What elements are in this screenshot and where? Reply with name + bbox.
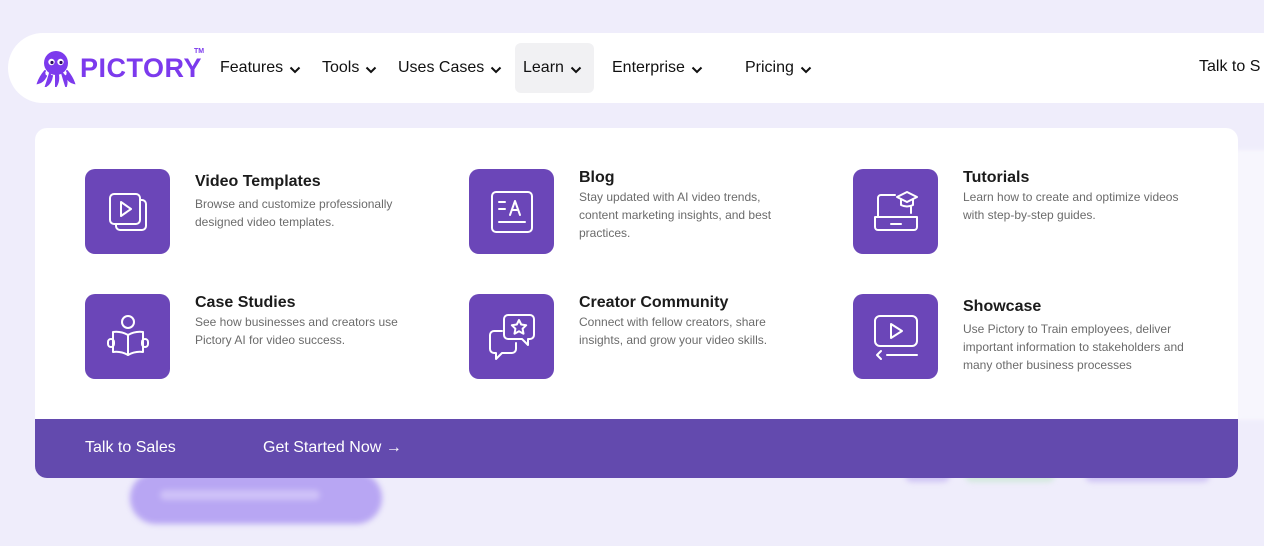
chevron-down-icon [570,66,582,74]
nav-features[interactable]: Features [212,43,309,93]
nav-label: Pricing [745,59,794,76]
menu-item-showcase[interactable]: Showcase Use Pictory to Train employees,… [853,294,1213,384]
chevron-down-icon [366,66,377,74]
menu-item-tutorials[interactable]: Tutorials Learn how to create and optimi… [853,169,1213,259]
menu-icon-tile [85,169,170,254]
chevron-down-icon [691,66,703,74]
talk-to-sales-button[interactable]: Talk to Sales [85,439,176,457]
nav-enterprise[interactable]: Enterprise [604,43,711,93]
menu-item-creator-community[interactable]: Creator Community Connect with fellow cr… [469,294,829,384]
menu-item-title: Video Templates [195,173,321,190]
video-templates-icon [108,192,147,231]
nav-label: Uses Cases [398,59,485,76]
nav-label: Features [220,59,284,76]
menu-icon-tile [853,169,938,254]
pictory-logo[interactable]: PICTORY TM [36,48,205,87]
logo-text: PICTORY [80,52,203,83]
learn-mega-menu: Video Templates Browse and customize pro… [35,128,1238,478]
menu-item-blog[interactable]: Blog Stay updated with AI video trends, … [469,169,829,259]
talk-to-sales-link[interactable]: Talk to S [1199,58,1260,76]
creator-community-icon [488,313,535,360]
octopus-icon [36,51,76,87]
menu-item-title: Creator Community [579,294,729,311]
menu-item-title: Showcase [963,298,1042,315]
nav-pricing[interactable]: Pricing [737,43,820,93]
get-started-now-button[interactable]: Get Started Now → [263,439,402,457]
menu-item-description: Browse and customize professionally desi… [195,197,393,229]
menu-item-description: Connect with fellow creators, share insi… [579,315,768,347]
menu-item-description: Stay updated with AI video trends, conte… [579,190,772,240]
background-cta-button [130,472,382,524]
menu-item-title: Case Studies [195,294,296,311]
nav-learn[interactable]: Learn [515,43,594,93]
nav-use-cases[interactable]: Uses Cases [390,43,510,93]
nav-tools[interactable]: Tools [314,43,385,93]
showcase-icon [873,314,918,360]
blog-icon [490,190,533,233]
menu-item-title: Tutorials [963,169,1030,186]
nav-label: Enterprise [612,59,685,76]
nav-label: Learn [523,59,564,76]
menu-icon-tile [469,294,554,379]
menu-item-description: See how businesses and creators use Pict… [195,315,398,347]
top-navbar: PICTORY TM Features Tools Uses Cases Lea… [8,33,1264,103]
menu-item-description: Learn how to create and optimize videos … [963,190,1179,222]
nav-label: Tools [322,59,360,76]
tutorials-icon [873,190,918,231]
menu-icon-tile [853,294,938,379]
trademark-mark: TM [194,48,205,55]
menu-item-description: Use Pictory to Train employees, deliver … [963,322,1184,372]
menu-item-video-templates[interactable]: Video Templates Browse and customize pro… [85,169,445,259]
chevron-down-icon [800,66,812,74]
menu-item-case-studies[interactable]: Case Studies See how businesses and crea… [85,294,445,384]
chevron-down-icon [289,66,301,74]
menu-icon-tile [85,294,170,379]
menu-item-title: Blog [579,169,615,186]
menu-icon-tile [469,169,554,254]
chevron-down-icon [491,66,502,74]
case-studies-icon [106,314,149,356]
menu-footer-bar: Talk to Sales Get Started Now → [35,419,1238,478]
